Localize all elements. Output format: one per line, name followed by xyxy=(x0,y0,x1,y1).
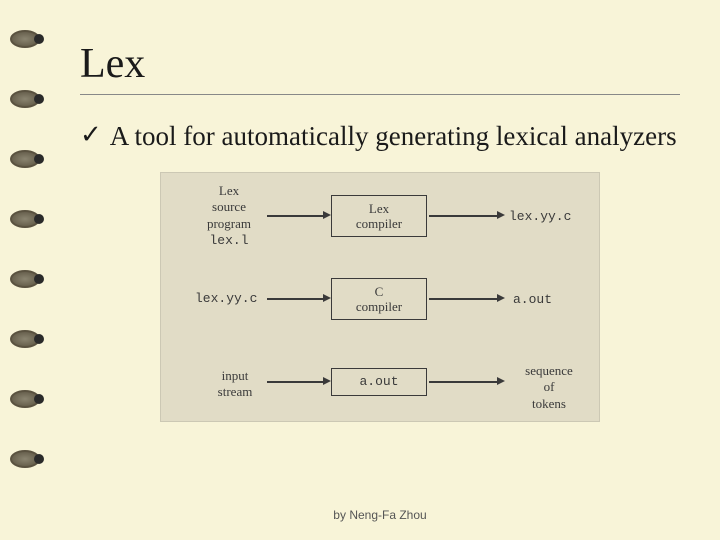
arrow-line xyxy=(429,215,499,217)
row2-input-code: lex.yy.c xyxy=(195,291,257,307)
slide-content: Lex ✓ A tool for automatically generatin… xyxy=(50,10,710,530)
row1-input-label: Lex source program lex.l xyxy=(189,183,269,249)
notebook-rings xyxy=(10,30,36,510)
bullet-item: ✓ A tool for automatically generating le… xyxy=(80,119,680,154)
row3-output-line3: tokens xyxy=(532,396,566,411)
arrow-line xyxy=(267,215,325,217)
row1-box-line2: compiler xyxy=(356,216,402,231)
row3-input-line2: stream xyxy=(218,384,253,399)
arrow-line xyxy=(429,381,499,383)
arrow-line xyxy=(429,298,499,300)
row3-output-line1: sequence xyxy=(525,363,573,378)
row1-box-line1: Lex xyxy=(369,201,389,216)
row2-box: C compiler xyxy=(331,278,427,320)
row1-input-line2: source xyxy=(212,199,246,214)
row3-input-label: input stream xyxy=(205,368,265,401)
row3-box: a.out xyxy=(331,368,427,396)
row2-box-line2: compiler xyxy=(356,299,402,314)
row3-input-line1: input xyxy=(222,368,249,383)
arrow-line xyxy=(267,298,325,300)
arrow-head-icon xyxy=(497,377,505,385)
arrow-head-icon xyxy=(497,294,505,302)
footer-credit: by Neng-Fa Zhou xyxy=(333,508,426,522)
row2-box-line1: C xyxy=(375,284,384,299)
arrow-line xyxy=(267,381,325,383)
row1-input-code: lex.l xyxy=(209,233,248,248)
checkmark-icon: ✓ xyxy=(80,119,102,150)
row3-output-line2: of xyxy=(544,379,555,394)
row3-box-line1: a.out xyxy=(359,374,398,390)
page-title: Lex xyxy=(80,40,680,95)
arrow-head-icon xyxy=(323,377,331,385)
arrow-head-icon xyxy=(323,294,331,302)
row3-output-label: sequence of tokens xyxy=(509,363,589,412)
arrow-head-icon xyxy=(497,211,505,219)
row1-box: Lex compiler xyxy=(331,195,427,237)
row1-output: lex.yy.c xyxy=(509,209,571,225)
row1-input-line1: Lex xyxy=(219,183,239,198)
arrow-head-icon xyxy=(323,211,331,219)
lex-flow-diagram: Lex source program lex.l Lex compiler le… xyxy=(160,172,600,422)
row2-output: a.out xyxy=(513,292,552,308)
row1-input-line3: program xyxy=(207,216,251,231)
bullet-text: A tool for automatically generating lexi… xyxy=(110,119,677,154)
